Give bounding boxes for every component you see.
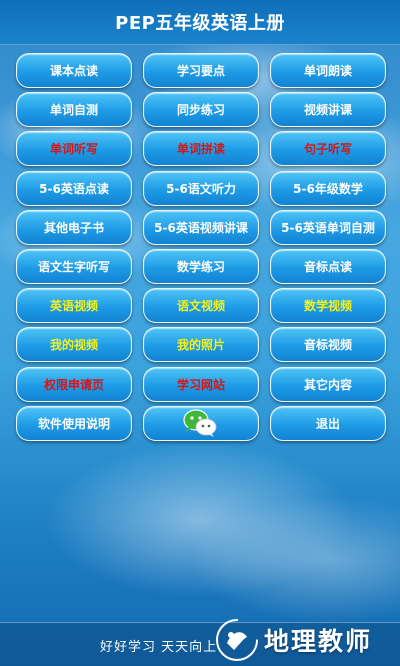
watermark: 地理教师 bbox=[214, 618, 372, 662]
title-bar: PEP五年级英语上册 bbox=[0, 0, 400, 45]
wechat-icon bbox=[183, 409, 217, 438]
chinese-videos-button[interactable]: 语文视频 bbox=[143, 288, 259, 324]
app-title: PEP五年级英语上册 bbox=[115, 13, 285, 34]
phonetics-reading-button[interactable]: 音标点读 bbox=[270, 248, 386, 284]
geography-logo-icon bbox=[216, 619, 258, 661]
slogan-text: 好好学习 天天向上 bbox=[100, 640, 218, 655]
chinese-character-dictation-button[interactable]: 语文生字听写 bbox=[16, 248, 132, 284]
exit-button[interactable]: 退出 bbox=[270, 405, 386, 441]
word-reading-button[interactable]: 单词朗读 bbox=[270, 53, 386, 88]
watermark-text: 地理教师 bbox=[264, 627, 373, 656]
math-practice-button[interactable]: 数学练习 bbox=[143, 248, 259, 284]
app-instructions-button[interactable]: 软件使用说明 bbox=[16, 405, 132, 441]
my-photos-button[interactable]: 我的照片 bbox=[143, 327, 259, 363]
phonetics-videos-button[interactable]: 音标视频 bbox=[270, 327, 386, 363]
textbook-reading-button[interactable]: 课本点读 bbox=[16, 53, 132, 88]
key-points-button[interactable]: 学习要点 bbox=[143, 53, 259, 88]
other-ebooks-button[interactable]: 其他电子书 bbox=[16, 209, 132, 245]
math-grade-5-6-button[interactable]: 5-6年级数学 bbox=[270, 170, 386, 206]
english-videos-button[interactable]: 英语视频 bbox=[16, 288, 132, 324]
english-word-test-5-6-button[interactable]: 5-6英语单词自测 bbox=[270, 209, 386, 245]
math-videos-button[interactable]: 数学视频 bbox=[270, 288, 386, 324]
sentence-dictation-button[interactable]: 句子听写 bbox=[270, 131, 386, 167]
my-videos-button[interactable]: 我的视频 bbox=[16, 327, 132, 363]
other-content-button[interactable]: 其它内容 bbox=[270, 366, 386, 402]
english-reading-5-6-button[interactable]: 5-6英语点读 bbox=[16, 170, 132, 206]
word-dictation-button[interactable]: 单词听写 bbox=[16, 131, 132, 167]
sync-practice-button[interactable]: 同步练习 bbox=[143, 92, 259, 128]
wechat-button[interactable] bbox=[143, 405, 259, 441]
video-lessons-button[interactable]: 视频讲课 bbox=[270, 92, 386, 128]
english-video-lessons-5-6-button[interactable]: 5-6英语视频讲课 bbox=[143, 209, 259, 245]
menu-grid: 课本点读 学习要点 单词朗读 单词自测 同步练习 视频讲课 单词听写 单词拼读 … bbox=[16, 53, 388, 441]
word-self-test-button[interactable]: 单词自测 bbox=[16, 92, 132, 128]
word-spelling-button[interactable]: 单词拼读 bbox=[143, 131, 259, 167]
learning-websites-button[interactable]: 学习网站 bbox=[143, 366, 259, 402]
permission-request-button[interactable]: 权限申请页 bbox=[16, 366, 132, 402]
chinese-listening-5-6-button[interactable]: 5-6语文听力 bbox=[143, 170, 259, 206]
